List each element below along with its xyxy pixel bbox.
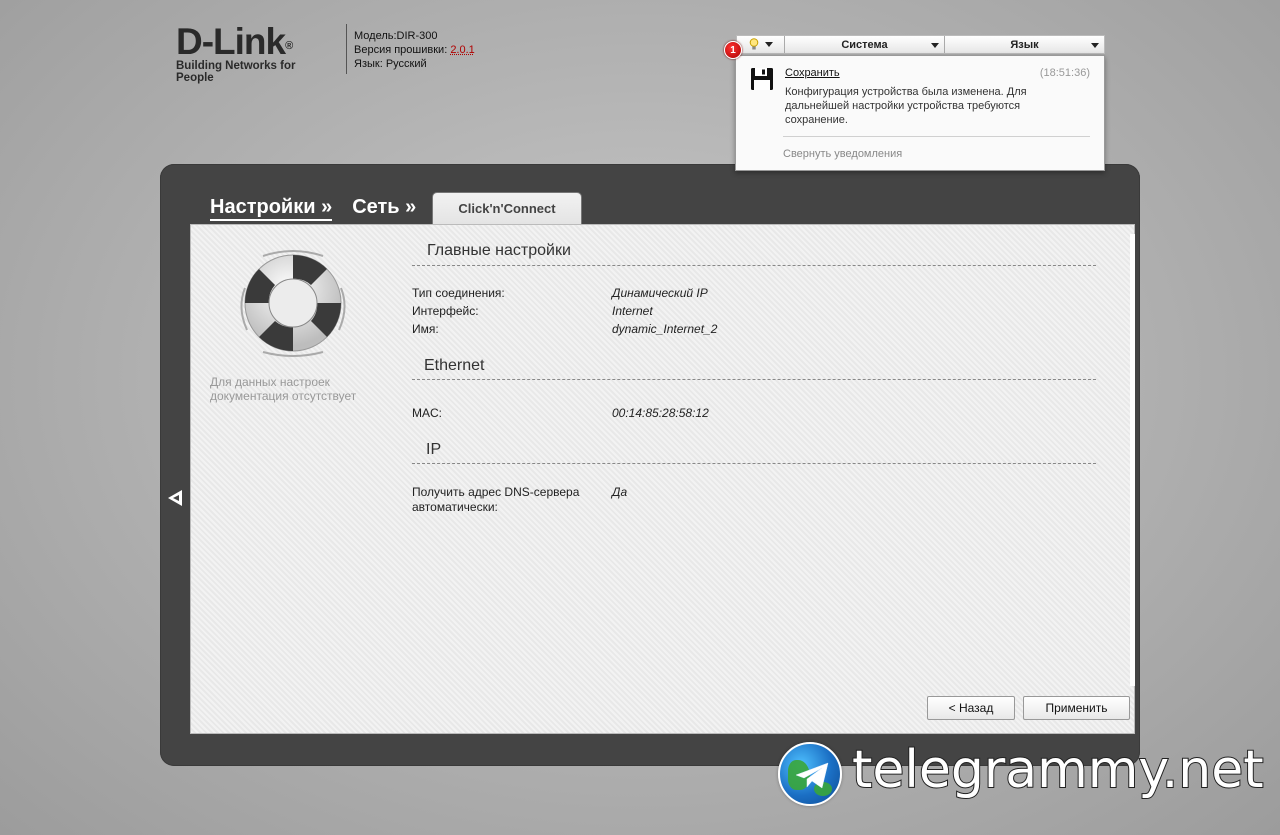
notification-text: Конфигурация устройства была изменена. Д… xyxy=(785,86,1027,126)
device-info: Модель:DIR-300 Версия прошивки: 2.0.1 Яз… xyxy=(354,29,475,71)
section-divider xyxy=(412,379,1096,380)
lifebuoy-icon xyxy=(240,250,346,357)
breadcrumb: Настройки » Сеть » xyxy=(210,196,416,221)
chevron-down-icon xyxy=(931,43,939,48)
scrollbar[interactable] xyxy=(1130,234,1135,686)
language-line: Язык: Русский xyxy=(354,58,427,70)
help-text: Для данных настроек документация отсутст… xyxy=(210,375,357,403)
telegram-globe-icon xyxy=(778,742,842,806)
watermark-text: telegrammy.net xyxy=(851,739,1265,801)
dns-auto-label: Получить адрес DNS-сервера автоматически… xyxy=(412,485,580,514)
header-separator xyxy=(346,24,347,74)
apply-button[interactable]: Применить xyxy=(1023,696,1130,720)
notification-count-badge[interactable]: 1 xyxy=(724,41,742,59)
collapse-notifications-link[interactable]: Свернуть уведомления xyxy=(783,148,902,160)
dlink-logo: D-Link® Building Networks for People xyxy=(176,21,336,84)
firmware-line: Версия прошивки: 2.0.1 xyxy=(354,44,475,56)
section-title-main: Главные настройки xyxy=(427,242,571,259)
divider xyxy=(783,136,1090,137)
section-title-ethernet: Ethernet xyxy=(424,357,485,374)
save-link[interactable]: Сохранить xyxy=(785,67,840,79)
mac-label: MAC: xyxy=(412,406,442,420)
name-label: Имя: xyxy=(412,322,439,336)
top-menu: Система Язык xyxy=(736,35,1105,54)
logo-main-text: D-Link® xyxy=(176,21,293,62)
tab-click-n-connect[interactable]: Click'n'Connect xyxy=(432,192,582,226)
connection-type-value: Динамический IP xyxy=(612,286,708,300)
floppy-disk-icon xyxy=(751,68,773,90)
logo-tagline: Building Networks for People xyxy=(176,60,296,84)
connection-type-label: Тип соединения: xyxy=(412,286,505,300)
section-divider xyxy=(412,463,1096,464)
interface-label: Интерфейс: xyxy=(412,304,479,318)
notification-time: (18:51:36) xyxy=(1039,67,1090,79)
model-value: DIR-300 xyxy=(396,30,438,42)
collapse-panel-icon[interactable] xyxy=(168,490,182,506)
lightbulb-icon xyxy=(749,38,758,50)
firmware-link[interactable]: 2.0.1 xyxy=(450,44,474,56)
system-menu-label: Система xyxy=(841,38,888,51)
breadcrumb-settings[interactable]: Настройки » xyxy=(210,196,333,221)
mac-value: 00:14:85:28:58:12 xyxy=(612,406,709,420)
name-value: dynamic_Internet_2 xyxy=(612,322,718,336)
notification-popup: Сохранить (18:51:36) Конфигурация устрой… xyxy=(735,55,1105,171)
model-line: Модель:DIR-300 xyxy=(354,30,438,42)
system-menu[interactable]: Система xyxy=(785,36,945,53)
language-menu[interactable]: Язык xyxy=(945,36,1104,53)
language-menu-label: Язык xyxy=(1010,38,1039,51)
chevron-down-icon xyxy=(1091,43,1099,48)
interface-value: Internet xyxy=(612,304,653,318)
back-button[interactable]: < Назад xyxy=(927,696,1015,720)
section-title-ip: IP xyxy=(426,441,442,458)
notifications-menu[interactable] xyxy=(737,36,785,53)
chevron-down-icon xyxy=(764,42,773,47)
language-value: Русский xyxy=(385,58,427,70)
dns-auto-value: Да xyxy=(612,485,628,499)
section-divider xyxy=(412,265,1096,266)
breadcrumb-network[interactable]: Сеть » xyxy=(352,196,416,221)
